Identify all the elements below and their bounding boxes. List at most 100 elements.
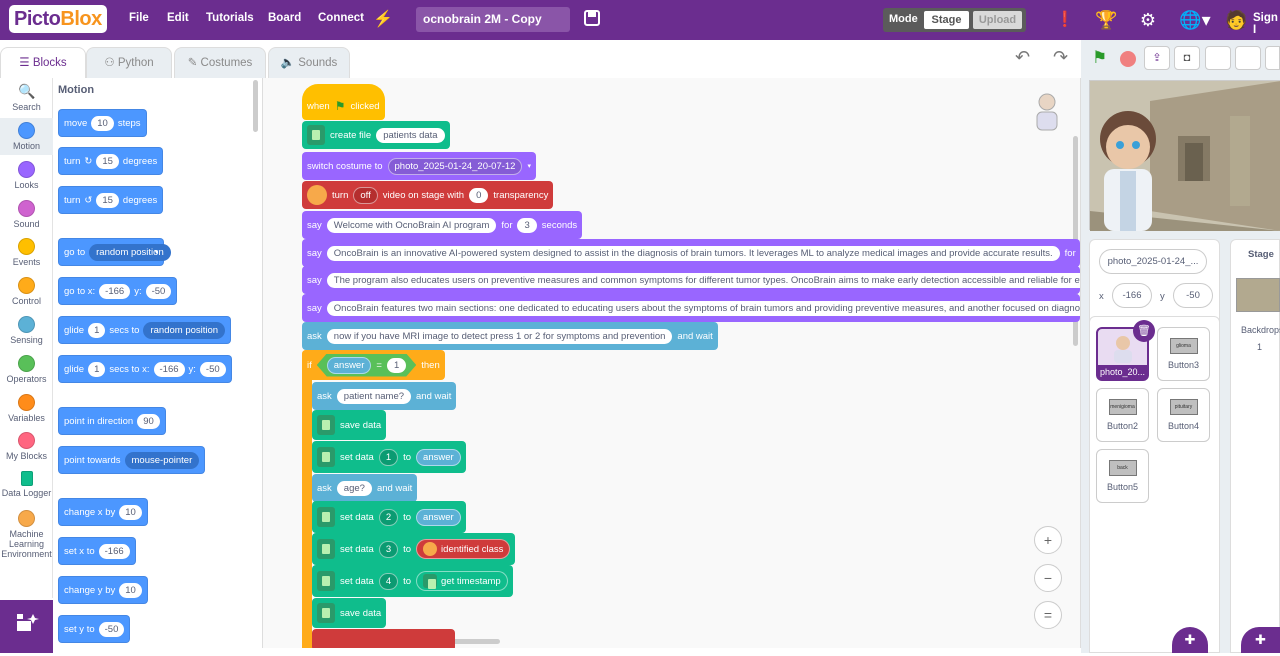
category-machine-learning[interactable]: Machine Learning Environment bbox=[0, 510, 53, 559]
large-stage-icon[interactable] bbox=[1235, 46, 1261, 70]
set-data-1-block[interactable]: set data 1 to answer bbox=[312, 441, 466, 473]
add-sprite-icon: ✚ bbox=[1184, 632, 1196, 647]
sprite-button5[interactable]: back Button5 bbox=[1096, 449, 1149, 503]
get-timestamp-reporter[interactable]: get timestamp bbox=[416, 571, 508, 591]
block-go-to[interactable]: go to random position ▾ bbox=[58, 238, 171, 266]
category-control[interactable]: Control bbox=[0, 277, 53, 306]
sprite-y-field[interactable]: -50 bbox=[1173, 283, 1213, 308]
block-turn-right[interactable]: turn ↻ 15 degrees bbox=[58, 147, 164, 175]
save-data-block[interactable]: save data bbox=[312, 410, 387, 440]
data-logger-icon bbox=[317, 603, 335, 623]
block-turn-left[interactable]: turn ↺ 15 degrees bbox=[58, 186, 164, 214]
green-flag-icon: ⚑ bbox=[334, 99, 346, 113]
stage-canvas[interactable] bbox=[1089, 80, 1280, 231]
data-logger-icon bbox=[317, 539, 335, 559]
create-file-block[interactable]: create file patients data bbox=[302, 121, 450, 149]
trash-icon[interactable]: 🗑 bbox=[1133, 320, 1155, 342]
if-answer-block[interactable]: if answer = 1 then bbox=[302, 350, 445, 380]
menu-board[interactable]: Board bbox=[268, 12, 301, 24]
sprite-button4[interactable]: pituitary Button4 bbox=[1157, 388, 1210, 442]
pictoblox-logo[interactable]: PictoBlox bbox=[9, 5, 107, 33]
add-backdrop-button[interactable]: ✚ bbox=[1241, 627, 1280, 653]
trophy-icon[interactable]: 🏆 bbox=[1095, 9, 1117, 31]
sign-in-link[interactable]: Sign I bbox=[1253, 12, 1280, 36]
tab-sounds[interactable]: 🔈 Sounds bbox=[268, 47, 350, 78]
upload-stage-icon[interactable]: ⇪ bbox=[1144, 46, 1170, 70]
sprite-name-field[interactable]: photo_2025-01-24_... bbox=[1099, 249, 1207, 274]
ml-block-partial[interactable] bbox=[312, 629, 455, 648]
menu-file[interactable]: File bbox=[129, 12, 149, 24]
say-welcome-block[interactable]: say Welcome with OcnoBrain AI program for 3… bbox=[302, 211, 583, 239]
block-set-x[interactable]: set x to -166 bbox=[58, 537, 136, 565]
category-variables[interactable]: Variables bbox=[0, 394, 53, 423]
block-point-in-direction[interactable]: point in direction 90 bbox=[58, 407, 166, 435]
block-glide-xy[interactable]: glide 1 secs to x: -166 y: -50 bbox=[58, 355, 232, 383]
connection-icon[interactable]: ⚡ bbox=[372, 9, 394, 31]
avatar[interactable]: 🧑 bbox=[1225, 9, 1247, 31]
equals-operator[interactable]: answer = 1 bbox=[317, 354, 416, 377]
category-search[interactable]: 🔍 Search bbox=[0, 83, 53, 112]
category-events[interactable]: Events bbox=[0, 238, 53, 267]
tab-costumes[interactable]: ✎ Costumes bbox=[174, 47, 266, 78]
when-flag-clicked-block[interactable]: when ⚑ clicked bbox=[302, 84, 385, 120]
menu-edit[interactable]: Edit bbox=[167, 12, 189, 24]
category-looks[interactable]: Looks bbox=[0, 161, 53, 190]
save-icon[interactable] bbox=[581, 9, 603, 31]
video-on-stage-block[interactable]: turn off video on stage with 0 transparency bbox=[302, 181, 554, 209]
identified-class-reporter[interactable]: identified class bbox=[416, 539, 511, 559]
sprite-button3[interactable]: glioma Button3 bbox=[1157, 327, 1210, 381]
small-stage-icon[interactable] bbox=[1205, 46, 1231, 70]
zoom-reset-button[interactable]: = bbox=[1034, 601, 1062, 629]
undo-icon[interactable]: ↶ bbox=[1015, 47, 1030, 68]
category-operators[interactable]: Operators bbox=[0, 355, 53, 384]
block-set-y[interactable]: set y to -50 bbox=[58, 615, 131, 643]
category-sensing[interactable]: Sensing bbox=[0, 316, 53, 345]
language-globe-icon[interactable]: 🌐▾ bbox=[1179, 9, 1211, 31]
menu-tutorials[interactable]: Tutorials bbox=[206, 12, 254, 24]
gear-icon[interactable]: ⚙ bbox=[1137, 9, 1159, 31]
ask-name-block[interactable]: ask patient name? and wait bbox=[312, 382, 457, 410]
category-motion[interactable]: Motion bbox=[0, 118, 53, 155]
zoom-in-button[interactable]: + bbox=[1034, 526, 1062, 554]
fullscreen-icon[interactable] bbox=[1265, 46, 1280, 70]
block-point-towards[interactable]: point towards mouse-pointer bbox=[58, 446, 206, 474]
tab-blocks[interactable]: ☰ Blocks bbox=[0, 47, 86, 78]
sprite-button2[interactable]: menigioma Button2 bbox=[1096, 388, 1149, 442]
say-features-block[interactable]: say OncoBrain features two main sections:… bbox=[302, 294, 1080, 322]
sprite-x-field[interactable]: -166 bbox=[1112, 283, 1152, 308]
block-go-to-xy[interactable]: go to x: -166 y: -50 bbox=[58, 277, 178, 305]
category-data-logger[interactable]: Data Logger bbox=[0, 471, 53, 498]
green-flag-icon[interactable]: ⚑ bbox=[1092, 48, 1107, 68]
block-move[interactable]: move 10 steps bbox=[58, 109, 147, 137]
save-data-block-2[interactable]: save data bbox=[312, 598, 387, 628]
data-logger-icon bbox=[317, 447, 335, 467]
stop-icon[interactable] bbox=[1120, 51, 1136, 67]
block-glide[interactable]: glide 1 secs to random position bbox=[58, 316, 232, 344]
upload-mode-button[interactable]: Upload bbox=[973, 11, 1022, 29]
set-data-3-block[interactable]: set data 3 to identified class bbox=[312, 533, 516, 565]
project-name-input[interactable]: ocnobrain 2M - Copy bbox=[416, 7, 570, 32]
set-data-2-block[interactable]: set data 2 to answer bbox=[312, 501, 466, 533]
script-workspace[interactable]: when ⚑ clicked create file patients data sw… bbox=[263, 78, 1081, 648]
palette-scrollbar[interactable] bbox=[253, 80, 258, 132]
say-intro-block[interactable]: say OncoBrain is an innovative AI-powered… bbox=[302, 239, 1080, 267]
zoom-out-button[interactable]: − bbox=[1034, 564, 1062, 592]
tab-python[interactable]: ⚇ Python bbox=[86, 47, 172, 78]
add-extension-button[interactable] bbox=[0, 600, 53, 653]
feedback-icon[interactable]: ❗ bbox=[1054, 9, 1076, 31]
set-data-4-block[interactable]: set data 4 to get timestamp bbox=[312, 565, 513, 597]
say-education-block[interactable]: say The program also educates users on pr… bbox=[302, 266, 1080, 294]
ask-age-block[interactable]: ask age? and wait bbox=[312, 474, 418, 502]
category-sound[interactable]: Sound bbox=[0, 200, 53, 229]
ask-mri-block[interactable]: ask now if you have MRI image to detect p… bbox=[302, 322, 718, 350]
menu-connect[interactable]: Connect bbox=[318, 12, 364, 24]
switch-costume-block[interactable]: switch costume to photo_2025-01-24_20-07-… bbox=[302, 152, 536, 180]
redo-icon[interactable]: ↷ bbox=[1053, 47, 1068, 68]
category-menu: 🔍 Search Motion Looks Sound Events Contro… bbox=[0, 78, 53, 598]
looks-dot-icon bbox=[18, 161, 35, 178]
category-my-blocks[interactable]: My Blocks bbox=[0, 432, 53, 461]
block-change-y[interactable]: change y by 10 bbox=[58, 576, 148, 604]
stage-mode-button[interactable]: Stage bbox=[924, 11, 969, 29]
block-change-x[interactable]: change x by 10 bbox=[58, 498, 148, 526]
camera-icon[interactable]: ◘ bbox=[1174, 46, 1200, 70]
